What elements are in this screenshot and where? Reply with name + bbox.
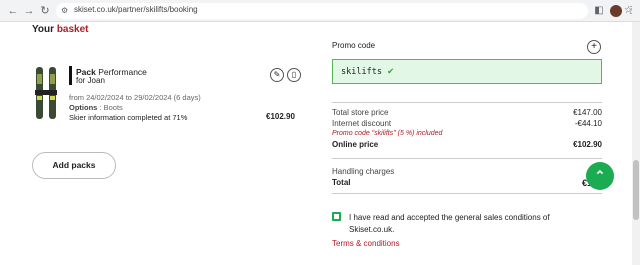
browser-toolbar: ← → ↻ ⚙ skiset.co.uk/partner/skilifts/bo… xyxy=(0,0,640,22)
trash-icon: ▯ xyxy=(291,70,297,79)
check-icon: ✔ xyxy=(387,67,395,77)
store-price-value: €147.00 xyxy=(573,108,602,117)
basket-title: Your basket xyxy=(32,24,89,35)
promo-code-text: skilifts xyxy=(341,67,382,77)
promo-code-applied: skilifts ✔ xyxy=(332,59,602,84)
pack-model: Performance xyxy=(98,67,147,77)
add-packs-button[interactable]: Add packs xyxy=(32,152,116,179)
url-text: skiset.co.uk/partner/skilifts/booking xyxy=(74,5,198,14)
browser-menu-icon[interactable]: ⋮ xyxy=(624,4,638,18)
online-price-value: €102.90 xyxy=(573,140,602,149)
promo-code-value: skilifts ✔ xyxy=(341,67,394,77)
handling-label: Handling charges xyxy=(332,167,395,176)
divider xyxy=(332,158,602,159)
address-bar[interactable]: ⚙ skiset.co.uk/partner/skilifts/booking … xyxy=(56,3,633,19)
pack-price: €102.90 xyxy=(266,112,295,121)
scrollbar-track[interactable] xyxy=(632,22,640,265)
discount-label: Internet discount xyxy=(332,119,392,128)
pack-accent-bar xyxy=(69,66,72,85)
terms-link[interactable]: Terms & conditions xyxy=(332,239,400,248)
promo-code-label: Promo code xyxy=(332,41,376,50)
accept-conditions-text: I have read and accepted the general sal… xyxy=(349,213,550,234)
reload-icon[interactable]: ↻ xyxy=(38,4,52,18)
divider xyxy=(332,193,602,194)
plus-icon: + xyxy=(591,41,597,52)
side-panel-icon[interactable]: ◧ xyxy=(592,4,606,18)
skier-info-status: Skier information completed at 71% xyxy=(69,113,188,122)
forward-arrow-icon[interactable]: → xyxy=(22,4,36,18)
back-arrow-icon[interactable]: ← xyxy=(6,4,20,18)
accept-conditions-checkbox[interactable] xyxy=(332,212,341,221)
scroll-to-top-button[interactable]: ⌃ xyxy=(586,162,614,190)
options-label: Options xyxy=(69,103,98,112)
edit-pack-button[interactable]: ✎ xyxy=(270,68,284,82)
profile-avatar[interactable] xyxy=(610,5,622,17)
options-value: : Boots xyxy=(99,103,123,112)
scrollbar-thumb[interactable] xyxy=(633,160,639,220)
basket-title-prefix: Your xyxy=(32,24,55,35)
pack-dates: from 24/02/2024 to 29/02/2024 (6 days) xyxy=(69,93,201,102)
pencil-icon: ✎ xyxy=(273,70,281,79)
promo-note: Promo code "skilifts" (5 %) included xyxy=(332,130,443,137)
site-settings-icon[interactable]: ⚙ xyxy=(61,6,71,16)
discount-value: -€44.10 xyxy=(574,119,602,128)
ski-pack-image xyxy=(35,67,57,119)
add-promo-button[interactable]: + xyxy=(587,40,601,54)
basket-title-accent: basket xyxy=(56,24,89,35)
pack-for: for Joan xyxy=(76,76,105,85)
delete-pack-button[interactable]: ▯ xyxy=(287,68,301,82)
store-price-label: Total store price xyxy=(332,108,389,117)
pack-options: Options : Boots xyxy=(69,103,123,112)
total-label: Total xyxy=(332,178,351,187)
online-price-label: Online price xyxy=(332,140,379,149)
chevron-up-icon: ⌃ xyxy=(594,168,606,183)
divider xyxy=(332,102,602,103)
